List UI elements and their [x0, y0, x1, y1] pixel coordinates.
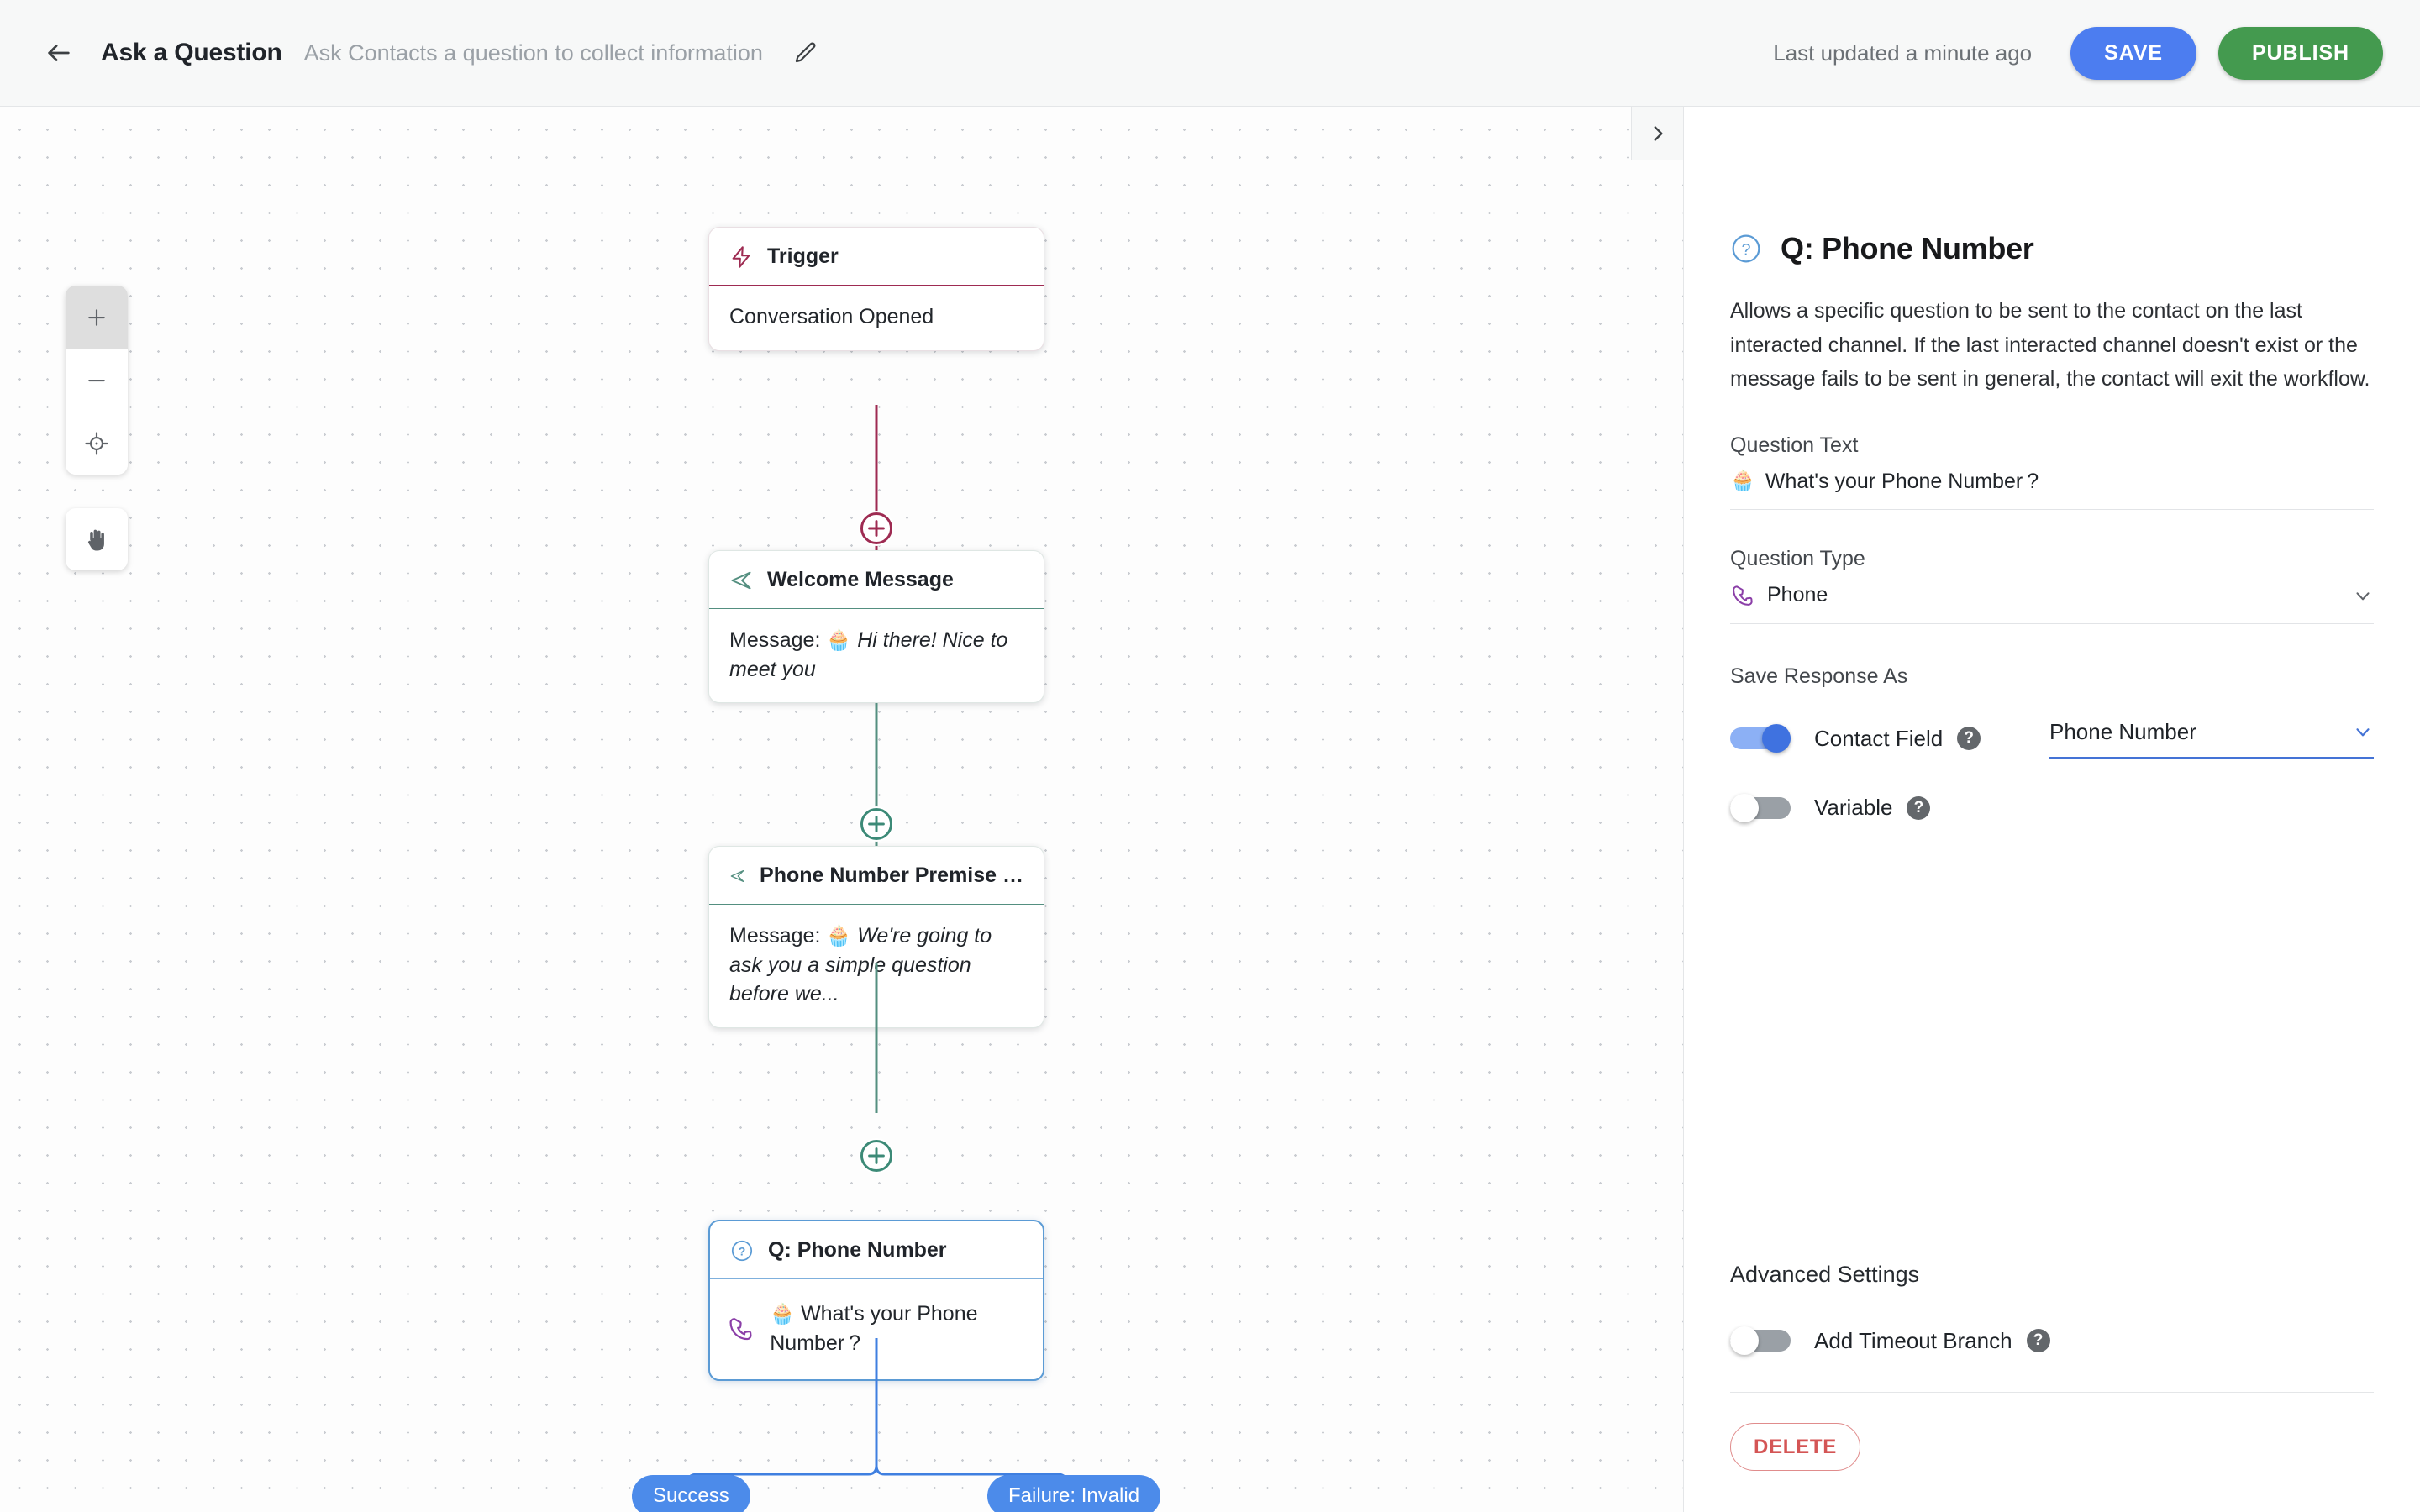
toggle-knob: [1730, 1326, 1759, 1355]
hand-icon: [87, 529, 104, 551]
plus-circle-icon: [860, 512, 892, 544]
panel-header: ? Q: Phone Number: [1730, 107, 2374, 266]
panel-title: Q: Phone Number: [1781, 231, 2034, 265]
contact-field-row: Contact Field ? Phone Number: [1730, 719, 2374, 759]
plus-circle-icon: [860, 1140, 892, 1172]
contact-field-toggle[interactable]: [1730, 724, 1791, 753]
contact-field-select[interactable]: Phone Number: [2049, 719, 2374, 759]
chevron-down-icon: [2356, 728, 2370, 737]
app-body: Trigger Conversation Opened Welcome Mess…: [0, 107, 2420, 1512]
plus-icon: [88, 308, 105, 326]
advanced-settings-section: Advanced Settings Add Timeout Branch ? D…: [1730, 1226, 2374, 1512]
add-step-button[interactable]: [859, 806, 894, 842]
page-title: Ask a Question: [101, 39, 282, 66]
panel-collapse-toggle[interactable]: [1631, 107, 1683, 160]
edit-title-button[interactable]: [785, 33, 825, 73]
question-text-label: Question Text: [1730, 433, 1859, 457]
toggle-knob: [1762, 724, 1791, 753]
question-type-select[interactable]: Phone: [1730, 571, 2374, 624]
question-circle-icon: ?: [1732, 234, 1760, 263]
contact-field-select-value: Phone Number: [2049, 718, 2196, 744]
zoom-in-button[interactable]: [66, 286, 128, 349]
minus-icon: [88, 379, 105, 381]
timeout-branch-label: Add Timeout Branch: [1814, 1327, 2012, 1353]
contact-field-label: Contact Field: [1814, 725, 1944, 751]
node-settings-panel: ? Q: Phone Number Allows a specific ques…: [1683, 107, 2420, 1512]
back-button[interactable]: [37, 31, 81, 75]
last-updated-status: Last updated a minute ago: [1773, 39, 2033, 66]
svg-text:?: ?: [1741, 240, 1750, 259]
variable-label: Variable: [1814, 795, 1893, 820]
divider: [1730, 1392, 2374, 1393]
timeout-branch-toggle[interactable]: [1730, 1326, 1791, 1355]
save-button[interactable]: SAVE: [2070, 26, 2196, 80]
timeout-branch-row: Add Timeout Branch ?: [1730, 1326, 2374, 1355]
branch-label-success[interactable]: Success: [632, 1475, 750, 1512]
pencil-icon: [795, 42, 816, 63]
help-circle-icon[interactable]: ?: [1907, 795, 1931, 820]
cupcake-emoji-icon: 🧁: [1730, 470, 1755, 492]
workflow-builder-app: Ask a Question Ask Contacts a question t…: [0, 0, 2420, 1512]
advanced-settings-label: Advanced Settings: [1730, 1262, 1920, 1287]
recenter-button[interactable]: [66, 412, 128, 475]
toggle-knob: [1730, 793, 1759, 822]
question-type-value: Phone: [1767, 583, 1828, 606]
workflow-canvas[interactable]: Trigger Conversation Opened Welcome Mess…: [0, 107, 1683, 1512]
save-response-as-label: Save Response As: [1730, 664, 1908, 688]
publish-button[interactable]: PUBLISH: [2217, 26, 2383, 80]
help-circle-icon[interactable]: ?: [1957, 727, 1981, 750]
variable-toggle[interactable]: [1730, 793, 1791, 822]
zoom-controls: [66, 286, 128, 475]
zoom-out-button[interactable]: [66, 349, 128, 412]
connector-layer: [686, 405, 1069, 1512]
header-actions: Last updated a minute ago SAVE PUBLISH: [1773, 26, 2383, 80]
app-header: Ask a Question Ask Contacts a question t…: [0, 0, 2420, 107]
panel-description: Allows a specific question to be sent to…: [1730, 299, 2370, 391]
variable-row: Variable ?: [1730, 793, 2374, 822]
pan-tool-button[interactable]: [66, 508, 128, 570]
question-text-value: What's your Phone Number ?: [1765, 469, 2039, 493]
phone-icon: [1733, 585, 1753, 606]
page-subtitle: Ask Contacts a question to collect infor…: [303, 39, 763, 66]
question-type-label: Question Type: [1730, 546, 1865, 570]
help-circle-icon[interactable]: ?: [2026, 1329, 2050, 1352]
add-step-button[interactable]: [859, 511, 894, 546]
chevron-down-icon: [2356, 591, 2370, 600]
add-step-button[interactable]: [859, 1138, 894, 1173]
contact-field-select-wrap: Phone Number: [2049, 719, 2374, 759]
chevron-right-icon: [1654, 125, 1663, 141]
question-text-input[interactable]: 🧁 What's your Phone Number ?: [1730, 458, 2374, 510]
delete-button[interactable]: DELETE: [1730, 1423, 1860, 1471]
canvas-inner: Trigger Conversation Opened Welcome Mess…: [0, 107, 1683, 1512]
plus-circle-icon: [860, 808, 892, 840]
branch-label-failure[interactable]: Failure: Invalid: [987, 1475, 1161, 1512]
crosshair-icon: [85, 431, 108, 455]
arrow-left-icon: [48, 45, 70, 61]
